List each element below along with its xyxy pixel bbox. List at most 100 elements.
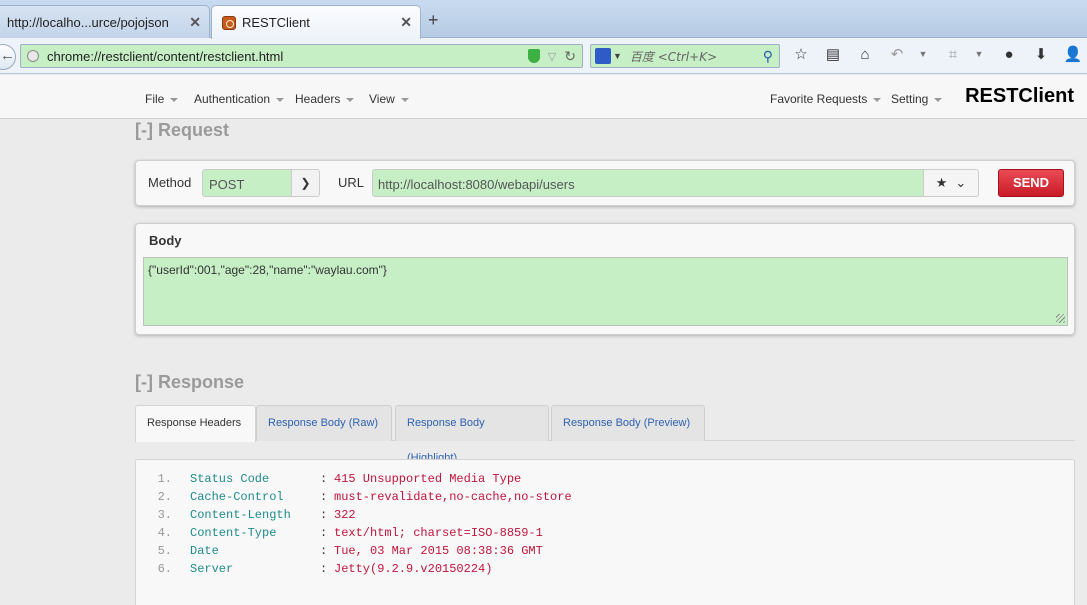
- back-button[interactable]: ←: [0, 44, 16, 70]
- search-bar[interactable]: ▼ 百度 <Ctrl+K> ⚲: [590, 44, 780, 68]
- line-number: 2.: [157, 490, 172, 504]
- address-text: chrome://restclient/content/restclient.h…: [47, 48, 284, 64]
- chevron-down-icon[interactable]: ▼: [918, 49, 928, 59]
- header-value: Jetty(9.2.9.v20150224): [334, 562, 493, 576]
- header-row: 4. Content-Type : text/html; charset=ISO…: [136, 526, 1074, 544]
- caret-down-icon: [400, 97, 409, 102]
- resize-grip-icon[interactable]: [1056, 314, 1065, 323]
- chevron-down-icon[interactable]: ▼: [613, 51, 622, 61]
- new-tab-plus-icon[interactable]: +: [428, 10, 439, 31]
- user-icon[interactable]: 👤: [1062, 45, 1084, 63]
- method-label: Method: [148, 175, 192, 190]
- close-icon[interactable]: ✕: [400, 14, 412, 31]
- url-value: http://localhost:8080/webapi/users: [378, 177, 575, 192]
- browser-tab-pojojson[interactable]: http://localho...urce/pojojson ✕: [0, 5, 210, 38]
- header-colon: :: [320, 490, 328, 504]
- send-button[interactable]: SEND: [998, 169, 1064, 197]
- tab-response-body-preview[interactable]: Response Body (Preview): [551, 405, 705, 441]
- response-tabs: Response Headers Response Body (Raw) Res…: [135, 404, 1075, 464]
- header-colon: :: [320, 508, 328, 522]
- restclient-favicon-icon: [222, 15, 236, 30]
- header-key: Date: [190, 544, 219, 558]
- close-icon[interactable]: ✕: [189, 14, 201, 31]
- menu-setting[interactable]: Setting: [891, 92, 943, 106]
- request-body-text: {"userId":001,"age":28,"name":"waylau.co…: [148, 263, 387, 277]
- request-section-toggle[interactable]: [-] Request: [135, 120, 229, 141]
- chat-bubble-icon[interactable]: ●: [998, 46, 1020, 63]
- browser-nav-bar: ← chrome://restclient/content/restclient…: [0, 38, 1087, 74]
- url-label: URL: [338, 175, 365, 190]
- request-line-panel: Method POST ❯ URL http://localhost:8080/…: [135, 160, 1075, 206]
- menu-favorite-requests[interactable]: Favorite Requests: [770, 92, 882, 106]
- menu-authentication-label: Authentication: [194, 92, 271, 106]
- header-colon: :: [320, 472, 328, 486]
- method-value: POST: [209, 177, 245, 192]
- restclient-menu-bar: File Authentication Headers View Favorit…: [0, 75, 1087, 119]
- search-engine-icon[interactable]: [595, 48, 611, 64]
- app-brand-title: RESTClient: [965, 85, 1074, 107]
- header-row: 2. Cache-Control : must-revalidate,no-ca…: [136, 490, 1074, 508]
- response-section-toggle[interactable]: [-] Response: [135, 372, 244, 393]
- browser-tab-label: http://localho...urce/pojojson: [7, 14, 169, 30]
- line-number: 3.: [157, 508, 172, 522]
- header-key: Server: [190, 562, 234, 576]
- header-key: Cache-Control: [190, 490, 284, 504]
- method-select[interactable]: POST ❯: [202, 169, 320, 197]
- browser-tab-bar: http://localho...urce/pojojson ✕ RESTCli…: [0, 0, 1087, 39]
- header-value: Tue, 03 Mar 2015 08:38:36 GMT: [334, 544, 543, 558]
- star-icon: ★: [935, 175, 948, 190]
- header-key: Content-Type: [190, 526, 277, 540]
- menu-setting-label: Setting: [891, 92, 929, 106]
- reload-icon[interactable]: ↻: [564, 48, 576, 65]
- header-colon: :: [320, 544, 328, 558]
- caret-down-icon: [170, 97, 179, 102]
- bookmarks-list-icon[interactable]: ▤: [822, 45, 844, 63]
- globe-icon: [27, 50, 39, 62]
- menu-favorite-requests-label: Favorite Requests: [770, 92, 868, 106]
- line-number: 4.: [157, 526, 172, 540]
- chevron-down-icon[interactable]: ▼: [974, 49, 984, 59]
- crop-icon[interactable]: ⌗: [942, 46, 964, 63]
- request-body-textarea[interactable]: {"userId":001,"age":28,"name":"waylau.co…: [143, 257, 1068, 326]
- header-row: 1. Status Code : 415 Unsupported Media T…: [136, 472, 1074, 490]
- header-row: 5. Date : Tue, 03 Mar 2015 08:38:36 GMT: [136, 544, 1074, 562]
- browser-tab-restclient[interactable]: RESTClient ✕: [211, 5, 421, 39]
- browser-tab-label: RESTClient: [242, 15, 310, 30]
- tab-response-headers[interactable]: Response Headers: [135, 405, 256, 442]
- header-row: 3. Content-Length : 322: [136, 508, 1074, 526]
- favorite-url-button[interactable]: ★ ⌄: [924, 169, 979, 197]
- line-number: 1.: [157, 472, 172, 486]
- menu-view[interactable]: View: [369, 92, 409, 106]
- download-arrow-icon[interactable]: ⬇: [1030, 45, 1052, 63]
- shield-icon[interactable]: [527, 49, 540, 63]
- header-value: 415 Unsupported Media Type: [334, 472, 522, 486]
- search-icon[interactable]: ⚲: [763, 48, 773, 65]
- response-headers-panel: 1. Status Code : 415 Unsupported Media T…: [135, 459, 1075, 605]
- line-number: 6.: [157, 562, 172, 576]
- arrow-left-icon: ←: [0, 47, 15, 64]
- request-body-panel: Body {"userId":001,"age":28,"name":"wayl…: [135, 223, 1075, 335]
- menu-headers[interactable]: Headers: [295, 92, 355, 106]
- bookmark-star-icon[interactable]: ☆: [790, 45, 812, 63]
- menu-authentication[interactable]: Authentication: [194, 92, 285, 106]
- caret-down-icon: [934, 97, 943, 102]
- chevron-down-icon: ⌄: [955, 175, 967, 190]
- body-title: Body: [149, 233, 182, 248]
- toolbar-icons: ☆ ▤ ⌂ ↶ ▼ ⌗ ▼ ● ⬇ 👤: [790, 45, 1087, 64]
- header-key: Content-Length: [190, 508, 291, 522]
- url-input[interactable]: http://localhost:8080/webapi/users: [372, 169, 924, 197]
- header-value: text/html; charset=ISO-8859-1: [334, 526, 543, 540]
- header-row: 6. Server : Jetty(9.2.9.v20150224): [136, 562, 1074, 580]
- caret-down-icon: [873, 97, 882, 102]
- tab-response-body-raw[interactable]: Response Body (Raw): [256, 405, 392, 441]
- undo-icon[interactable]: ↶: [886, 45, 908, 63]
- menu-view-label: View: [369, 92, 395, 106]
- history-dropdown-icon[interactable]: ▽: [548, 50, 556, 63]
- line-number: 5.: [157, 544, 172, 558]
- header-colon: :: [320, 526, 328, 540]
- tab-response-body-highlight[interactable]: Response Body (Highlight): [395, 405, 549, 464]
- menu-file[interactable]: File: [145, 92, 179, 106]
- address-bar[interactable]: chrome://restclient/content/restclient.h…: [20, 44, 583, 68]
- home-icon[interactable]: ⌂: [854, 46, 876, 63]
- chevron-down-icon[interactable]: ❯: [291, 170, 319, 196]
